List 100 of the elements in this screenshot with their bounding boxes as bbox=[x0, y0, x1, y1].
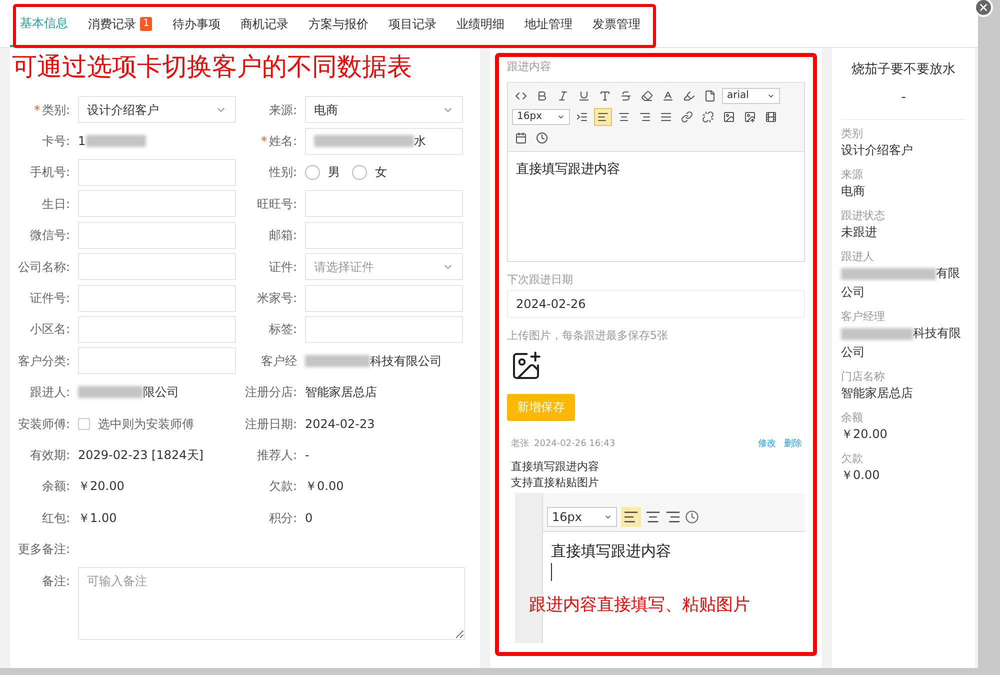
rich-text-editor[interactable]: arial 16px 直接填写跟进内容 bbox=[507, 82, 805, 262]
summary-value: 智能家居总店 bbox=[841, 385, 914, 402]
field-label: 公司名称: bbox=[18, 258, 70, 276]
field-label: 证件: bbox=[268, 258, 297, 276]
field-value: 限公司 bbox=[143, 384, 179, 402]
summary-label: 欠款 bbox=[841, 451, 864, 466]
field-value: - bbox=[305, 446, 310, 464]
field-label: 余额: bbox=[42, 478, 70, 496]
summary-label: 门店名称 bbox=[841, 369, 886, 384]
required-mark: * bbox=[260, 133, 267, 150]
record-author: 老张 bbox=[511, 438, 529, 450]
field-label: 姓名: bbox=[268, 133, 297, 150]
count-badge: 1 bbox=[140, 17, 152, 31]
field-value: 2029-02-23 [1824天] bbox=[78, 446, 204, 464]
customer-name: 烧茄子要不要放水 bbox=[850, 61, 956, 79]
record-text: 支持直接粘贴图片 bbox=[510, 475, 600, 491]
field-label: 注册分店: bbox=[244, 384, 297, 402]
input-field[interactable] bbox=[78, 222, 236, 249]
field-value: 0 bbox=[305, 510, 313, 527]
checkbox-option[interactable]: 选中则为安装师傅 bbox=[78, 414, 194, 433]
field-label: 邮箱: bbox=[268, 227, 297, 244]
radio-option[interactable]: 男 bbox=[305, 163, 340, 182]
summary-value: 电商 bbox=[841, 183, 866, 200]
field-label: 生日: bbox=[42, 196, 70, 213]
editor-content: 直接填写跟进内容 bbox=[550, 541, 672, 562]
field-value: ￥0.00 bbox=[305, 478, 344, 496]
input-field[interactable] bbox=[78, 347, 236, 374]
field-label: 上传图片，每条跟进最多保存5张 bbox=[507, 328, 669, 344]
tab[interactable]: 地址管理 bbox=[514, 1, 582, 47]
annotation-text: 跟进内容直接填写、粘贴图片 bbox=[529, 594, 751, 616]
field-label: 跟进内容 bbox=[507, 59, 552, 75]
field-label: 类别: bbox=[42, 102, 70, 119]
summary-value: 设计介绍客户 bbox=[841, 142, 914, 159]
date-field[interactable]: 2024-02-26 bbox=[507, 290, 805, 318]
summary-value: 科技有限公司 bbox=[841, 325, 962, 361]
summary-label: 跟进状态 bbox=[841, 208, 886, 223]
summary-label: 客户经理 bbox=[841, 309, 886, 324]
caret-icon bbox=[604, 513, 612, 521]
field-value: 科技有限公司 bbox=[370, 352, 442, 370]
field-label: 证件号: bbox=[30, 290, 70, 308]
input-field[interactable] bbox=[78, 284, 236, 312]
field-label: 来源: bbox=[268, 102, 297, 119]
required-mark: * bbox=[34, 102, 40, 119]
field-label: 推荐人: bbox=[256, 446, 297, 464]
summary-value: ￥0.00 bbox=[841, 467, 881, 484]
field-label: 微信号: bbox=[30, 227, 70, 244]
field-value: ￥1.00 bbox=[78, 510, 117, 527]
field-label: 客户分类: bbox=[18, 352, 70, 370]
editor-content: 直接填写跟进内容 bbox=[515, 160, 621, 178]
tab[interactable]: 消费记录 1 bbox=[78, 1, 162, 47]
field-label: 跟进人: bbox=[30, 384, 70, 402]
tab[interactable]: 发票管理 bbox=[582, 1, 650, 47]
align-right-icon bbox=[665, 509, 681, 525]
input-field[interactable] bbox=[78, 253, 236, 280]
field-label: 下次跟进日期 bbox=[507, 272, 574, 288]
input-field[interactable] bbox=[305, 190, 463, 218]
field-label: 备注: bbox=[40, 572, 71, 590]
align-center-icon bbox=[645, 509, 661, 525]
field-label: 安装师傅: bbox=[18, 416, 70, 433]
text-cursor bbox=[551, 562, 552, 580]
clock-icon bbox=[685, 510, 699, 524]
annotation-text: 可通过选项卡切换客户的不同数据表 bbox=[11, 51, 413, 83]
radio-option[interactable]: 女 bbox=[352, 163, 387, 182]
tab[interactable]: 方案与报价 bbox=[298, 1, 378, 47]
align-left-icon bbox=[621, 507, 641, 527]
field-label: 旺旺号: bbox=[256, 196, 297, 213]
font-select[interactable]: arial bbox=[722, 88, 780, 104]
record-text: 直接填写跟进内容 bbox=[510, 459, 600, 475]
customer-subtitle: - bbox=[900, 88, 907, 106]
summary-value: 未跟进 bbox=[841, 224, 878, 241]
field-label: 有效期: bbox=[30, 446, 70, 464]
input-field[interactable] bbox=[305, 284, 463, 312]
close-button[interactable] bbox=[974, 0, 993, 17]
align-left-icon[interactable] bbox=[594, 108, 612, 126]
input-field[interactable] bbox=[78, 190, 236, 218]
field-label: 小区名: bbox=[30, 321, 70, 338]
tab[interactable]: 商机记录 bbox=[230, 1, 298, 47]
size-select[interactable]: 16px bbox=[512, 108, 570, 124]
remark-field[interactable]: 可输入备注 bbox=[78, 566, 465, 640]
field-label: 标签: bbox=[268, 321, 297, 338]
tab[interactable]: 待办事项 bbox=[162, 1, 230, 47]
summary-label: 类别 bbox=[841, 126, 864, 141]
tab[interactable]: 项目记录 bbox=[378, 1, 446, 47]
select-field[interactable]: 设计介绍客户 bbox=[78, 96, 236, 124]
field-value: ￥20.00 bbox=[78, 478, 124, 496]
record-time: 2024-02-26 16:43 bbox=[534, 438, 616, 450]
input-field[interactable] bbox=[78, 158, 236, 186]
input-field[interactable]: 水 bbox=[305, 128, 463, 155]
field-label: 客户经 bbox=[261, 352, 297, 370]
field-value: 水 bbox=[414, 133, 426, 150]
input-field[interactable] bbox=[78, 316, 236, 343]
summary-label: 余额 bbox=[841, 410, 864, 425]
field-label: 手机号: bbox=[30, 164, 70, 182]
summary-label: 来源 bbox=[841, 167, 864, 182]
field-value: 2024-02-23 bbox=[305, 416, 375, 433]
summary-label: 跟进人 bbox=[841, 249, 875, 264]
select-field[interactable]: 电商 bbox=[305, 96, 463, 124]
input-field[interactable] bbox=[305, 222, 463, 249]
tab[interactable]: 业绩明细 bbox=[446, 1, 514, 47]
input-field[interactable] bbox=[305, 316, 463, 343]
